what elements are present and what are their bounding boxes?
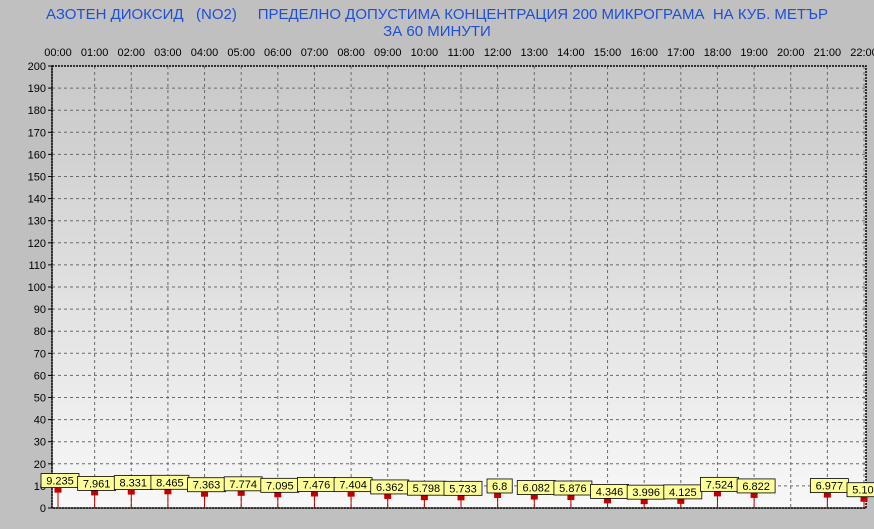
x-tick-label: 00:00 [44, 47, 72, 59]
data-label: 5.102 [852, 485, 874, 497]
x-tick-label: 06:00 [264, 47, 292, 59]
y-tick-label: 200 [28, 61, 46, 73]
x-tick-label: 18:00 [704, 47, 732, 59]
data-label: 7.476 [303, 479, 331, 491]
data-label: 4.346 [596, 486, 624, 498]
data-label: 6.082 [523, 483, 551, 495]
data-label: 6.977 [816, 481, 844, 493]
y-tick-label: 100 [28, 282, 46, 294]
y-tick-label: 120 [28, 238, 46, 250]
chart-canvas: 0102030405060708090100110120130140150160… [28, 47, 874, 515]
data-label: 5.876 [559, 483, 587, 495]
x-tick-label: 02:00 [118, 47, 146, 59]
x-tick-label: 01:00 [81, 47, 109, 59]
y-tick-label: 190 [28, 83, 46, 95]
x-tick-label: 22:00 [850, 47, 874, 59]
y-tick-label: 30 [34, 437, 46, 449]
x-tick-label: 12:00 [484, 47, 512, 59]
x-tick-label: 04:00 [191, 47, 219, 59]
data-label: 7.404 [339, 480, 367, 492]
y-tick-label: 140 [28, 194, 46, 206]
data-label: 8.331 [120, 478, 148, 490]
data-label: 5.733 [449, 483, 477, 495]
y-tick-label: 20 [34, 459, 46, 471]
data-label: 7.961 [83, 478, 111, 490]
x-tick-label: 15:00 [594, 47, 622, 59]
x-tick-label: 13:00 [521, 47, 549, 59]
x-tick-label: 08:00 [337, 47, 365, 59]
x-tick-label: 21:00 [814, 47, 842, 59]
x-tick-label: 07:00 [301, 47, 329, 59]
x-tick-label: 09:00 [374, 47, 402, 59]
x-tick-label: 19:00 [740, 47, 768, 59]
data-label: 7.095 [266, 480, 294, 492]
x-tick-label: 03:00 [154, 47, 182, 59]
x-tick-label: 10:00 [411, 47, 439, 59]
data-label: 7.774 [229, 479, 257, 491]
y-tick-label: 50 [34, 393, 46, 405]
data-label: 6.8 [492, 481, 507, 493]
data-label: 7.524 [706, 479, 734, 491]
y-tick-label: 180 [28, 105, 46, 117]
data-label: 7.363 [193, 480, 221, 492]
y-tick-label: 170 [28, 127, 46, 139]
x-tick-label: 20:00 [777, 47, 805, 59]
y-tick-label: 130 [28, 216, 46, 228]
y-tick-label: 150 [28, 172, 46, 184]
x-tick-label: 14:00 [557, 47, 585, 59]
data-label: 9.235 [46, 476, 74, 488]
y-tick-label: 90 [34, 304, 46, 316]
y-tick-label: 160 [28, 149, 46, 161]
data-label: 4.125 [669, 487, 697, 499]
y-tick-label: 110 [28, 260, 46, 272]
y-tick-label: 0 [40, 503, 46, 515]
x-tick-label: 17:00 [667, 47, 695, 59]
y-tick-label: 60 [34, 370, 46, 382]
data-label: 6.822 [742, 481, 770, 493]
x-tick-label: 16:00 [630, 47, 658, 59]
x-tick-label: 05:00 [227, 47, 255, 59]
y-tick-label: 40 [34, 415, 46, 427]
data-label: 3.996 [632, 487, 660, 499]
y-tick-label: 70 [34, 348, 46, 360]
data-label: 8.465 [156, 477, 184, 489]
data-label: 5.798 [413, 483, 441, 495]
x-tick-label: 11:00 [448, 47, 475, 59]
data-label: 6.362 [376, 482, 404, 494]
chart-window: АЗОТЕН ДИОКСИД (NO2) ПРЕДЕЛНО ДОПУСТИМА … [0, 0, 874, 529]
y-tick-label: 80 [34, 326, 46, 338]
